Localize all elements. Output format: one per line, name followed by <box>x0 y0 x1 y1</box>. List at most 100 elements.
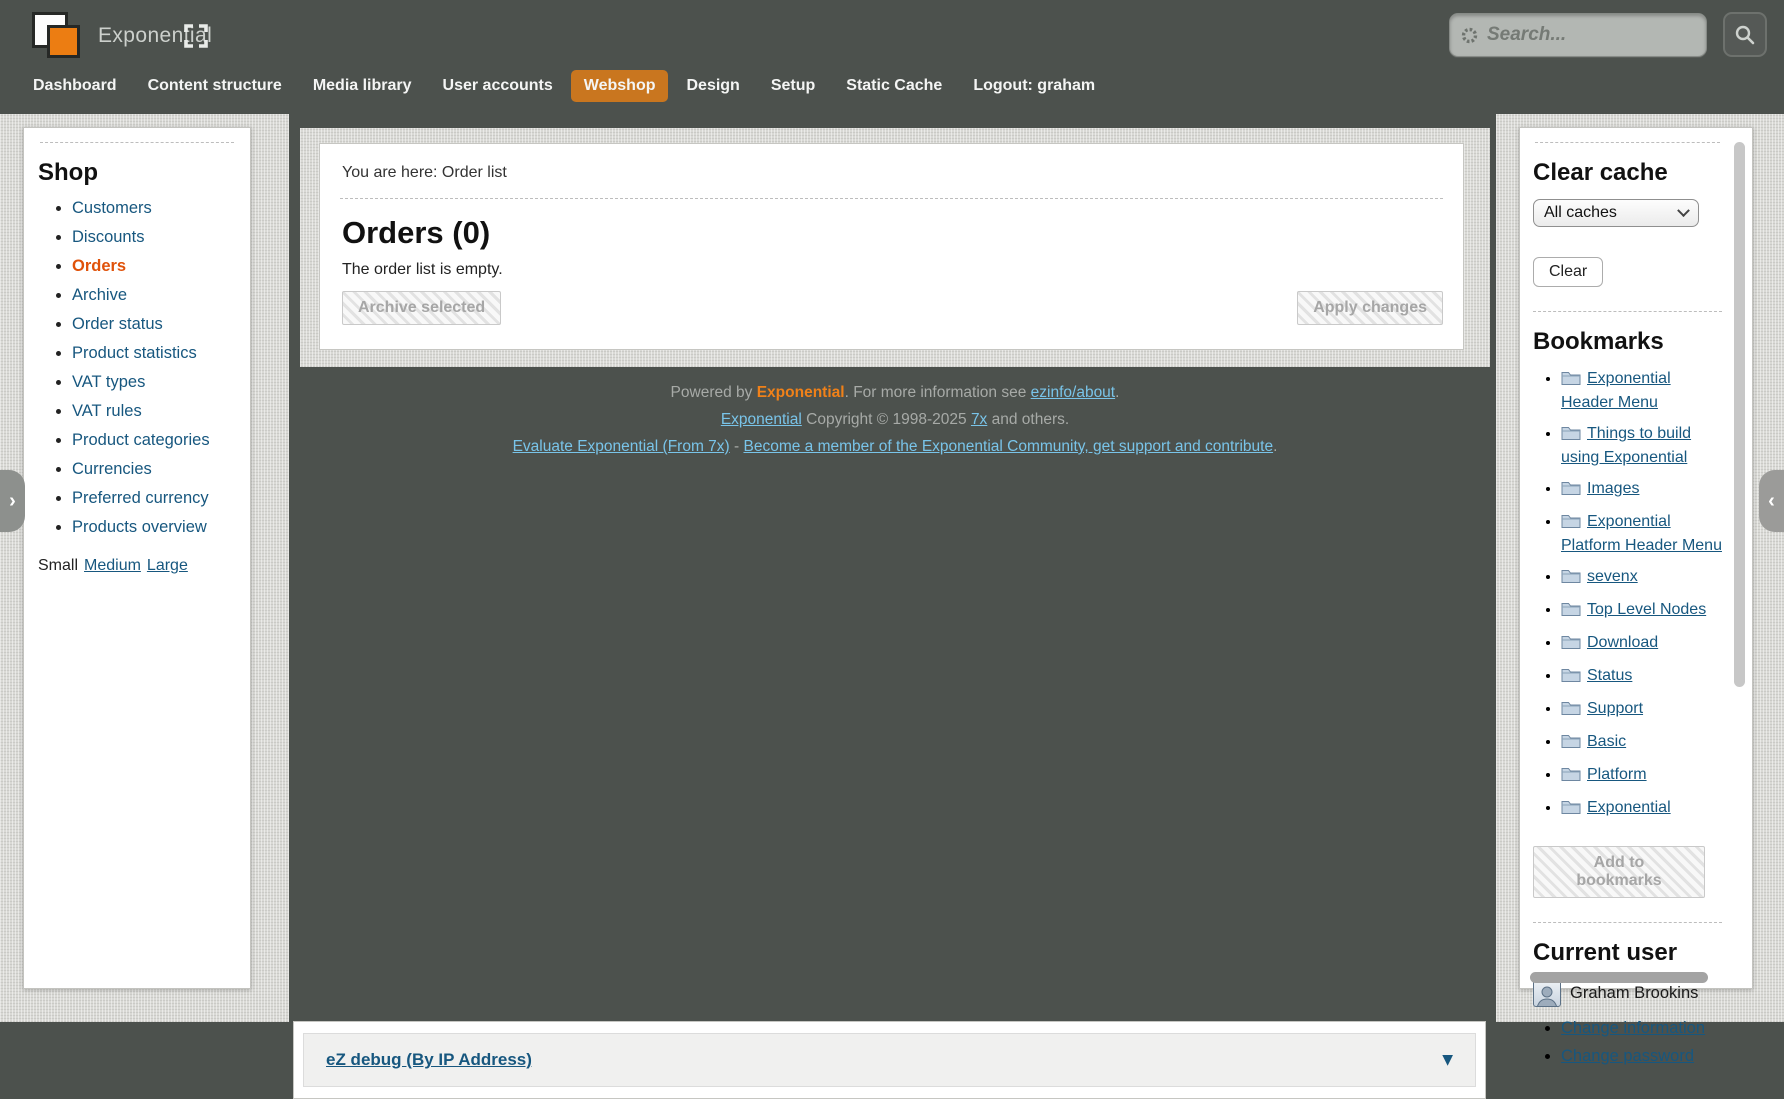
page-title: Orders (0) <box>342 215 1443 251</box>
shop-menu-list: Customers Discounts Orders Archive Order… <box>38 199 236 537</box>
bookmark-item[interactable]: Exponential Platform Header Menu <box>1561 511 1722 557</box>
debug-title-link[interactable]: eZ debug (By IP Address) <box>326 1050 532 1070</box>
cache-type-select[interactable]: All caches <box>1533 199 1699 227</box>
breadcrumb: You are here: Order list <box>340 160 1443 199</box>
sidebar-item-vat-types[interactable]: VAT types <box>72 373 236 392</box>
sidebar-item-orders[interactable]: Orders <box>72 257 236 276</box>
divider <box>1533 311 1722 312</box>
bookmark-item[interactable]: Top Level Nodes <box>1561 599 1722 623</box>
search-box <box>1449 13 1707 57</box>
folder-icon <box>1561 700 1581 722</box>
bookmarks-section: Bookmarks Exponential Header Menu Things… <box>1533 328 1722 898</box>
menu-size-controls: Small Medium Large <box>38 557 236 575</box>
exponential-logo-icon <box>32 12 84 64</box>
folder-icon <box>1561 766 1581 788</box>
nav-item-design[interactable]: Design <box>673 70 752 102</box>
footer-line-community: Evaluate Exponential (From 7x) - Become … <box>300 433 1490 460</box>
sidebar-item-discounts[interactable]: Discounts <box>72 228 236 247</box>
nav-item-static-cache[interactable]: Static Cache <box>833 70 955 102</box>
bookmark-item[interactable]: Status <box>1561 665 1722 689</box>
nav-item-media-library[interactable]: Media library <box>300 70 425 102</box>
bookmark-item[interactable]: Download <box>1561 632 1722 656</box>
orders-panel: You are here: Order list Orders (0) The … <box>319 143 1464 350</box>
bookmarks-title: Bookmarks <box>1533 328 1722 356</box>
folder-icon <box>1561 425 1581 447</box>
change-password-item[interactable]: Change password <box>1561 1047 1722 1066</box>
nav-item-webshop[interactable]: Webshop <box>571 70 669 102</box>
divider <box>1533 922 1722 923</box>
page-footer: Powered by Exponential. For more informa… <box>300 379 1490 460</box>
nav-item-user-accounts[interactable]: User accounts <box>430 70 566 102</box>
expand-left-panel-button[interactable]: › <box>0 470 25 532</box>
nav-item-setup[interactable]: Setup <box>758 70 828 102</box>
divider <box>40 142 234 143</box>
sidebar-item-archive[interactable]: Archive <box>72 286 236 305</box>
search-input[interactable] <box>1487 24 1750 46</box>
orders-button-row: Archive selected Apply changes <box>342 291 1443 325</box>
search-button[interactable] <box>1723 12 1767 57</box>
debug-collapse-icon[interactable]: ▼ <box>1442 1052 1453 1068</box>
empty-list-message: The order list is empty. <box>342 261 1443 279</box>
nav-item-logout[interactable]: Logout: graham <box>960 70 1108 102</box>
sidebar-item-customers[interactable]: Customers <box>72 199 236 218</box>
sidebar-item-product-statistics[interactable]: Product statistics <box>72 344 236 363</box>
collapse-right-panel-button[interactable]: ‹ <box>1759 470 1784 532</box>
folder-icon <box>1561 601 1581 623</box>
folder-icon <box>1561 667 1581 689</box>
apply-changes-button[interactable]: Apply changes <box>1297 291 1443 325</box>
clear-cache-title: Clear cache <box>1533 159 1722 187</box>
divider <box>1535 142 1720 143</box>
current-user-links: Change information Change password <box>1533 1019 1722 1066</box>
footer-link-exponential[interactable]: Exponential <box>721 411 802 428</box>
nav-item-content-structure[interactable]: Content structure <box>135 70 295 102</box>
add-to-bookmarks-button[interactable]: Add to bookmarks <box>1533 846 1705 898</box>
sidebar-item-product-categories[interactable]: Product categories <box>72 431 236 450</box>
current-user-title: Current user <box>1533 939 1722 967</box>
footer-link-become-member[interactable]: Become a member of the Exponential Commu… <box>743 438 1273 455</box>
chevron-down-icon <box>1677 204 1690 217</box>
bookmark-item[interactable]: Things to build using Exponential <box>1561 423 1722 469</box>
chevron-left-icon: ‹ <box>1768 490 1775 513</box>
folder-icon <box>1561 568 1581 590</box>
debug-header: eZ debug (By IP Address) ▼ <box>303 1033 1476 1087</box>
right-panel-horizontal-scrollbar[interactable] <box>1530 972 1708 983</box>
right-panel-vertical-scrollbar[interactable] <box>1734 142 1745 687</box>
change-information-item[interactable]: Change information <box>1561 1019 1722 1038</box>
bookmark-item[interactable]: Exponential Header Menu <box>1561 368 1722 414</box>
current-user-row: Graham Brookins <box>1533 979 1722 1007</box>
archive-selected-button[interactable]: Archive selected <box>342 291 501 325</box>
shop-menu-title: Shop <box>38 159 236 187</box>
current-user-name: Graham Brookins <box>1570 984 1698 1003</box>
bookmark-item[interactable]: Basic <box>1561 731 1722 755</box>
bookmark-item[interactable]: Images <box>1561 478 1722 502</box>
search-settings-icon[interactable] <box>1460 26 1479 45</box>
sidebar-item-preferred-currency[interactable]: Preferred currency <box>72 489 236 508</box>
folder-icon <box>1561 733 1581 755</box>
magnifier-icon <box>1734 24 1756 46</box>
footer-line-powered: Powered by Exponential. For more informa… <box>300 379 1490 406</box>
user-avatar <box>1533 979 1561 1007</box>
logo-orange-square <box>47 25 80 58</box>
sidebar-item-order-status[interactable]: Order status <box>72 315 236 334</box>
folder-icon <box>1561 370 1581 392</box>
bookmark-item[interactable]: Platform <box>1561 764 1722 788</box>
footer-link-ezinfo-about[interactable]: ezinfo/about <box>1031 384 1115 401</box>
bookmarks-list: Exponential Header Menu Things to build … <box>1533 368 1722 821</box>
footer-link-evaluate[interactable]: Evaluate Exponential (From 7x) <box>513 438 730 455</box>
current-user-section: Current user Graham Brookins Change info… <box>1533 939 1722 1066</box>
fullscreen-icon[interactable] <box>182 22 210 50</box>
footer-link-7x[interactable]: 7x <box>971 411 987 428</box>
sidebar-item-vat-rules[interactable]: VAT rules <box>72 402 236 421</box>
nav-item-dashboard[interactable]: Dashboard <box>20 70 130 102</box>
clear-cache-button[interactable]: Clear <box>1533 257 1603 287</box>
size-link-large[interactable]: Large <box>147 557 188 574</box>
size-link-medium[interactable]: Medium <box>84 557 141 574</box>
cache-type-selected-value: All caches <box>1544 204 1617 222</box>
sidebar-item-products-overview[interactable]: Products overview <box>72 518 236 537</box>
bookmark-item[interactable]: Exponential <box>1561 797 1722 821</box>
bookmark-item[interactable]: Support <box>1561 698 1722 722</box>
sidebar-item-currencies[interactable]: Currencies <box>72 460 236 479</box>
bookmark-item[interactable]: sevenx <box>1561 566 1722 590</box>
size-current-small: Small <box>38 557 78 574</box>
right-sidebar-panel: Clear cache All caches Clear Bookmarks E… <box>1519 127 1753 989</box>
